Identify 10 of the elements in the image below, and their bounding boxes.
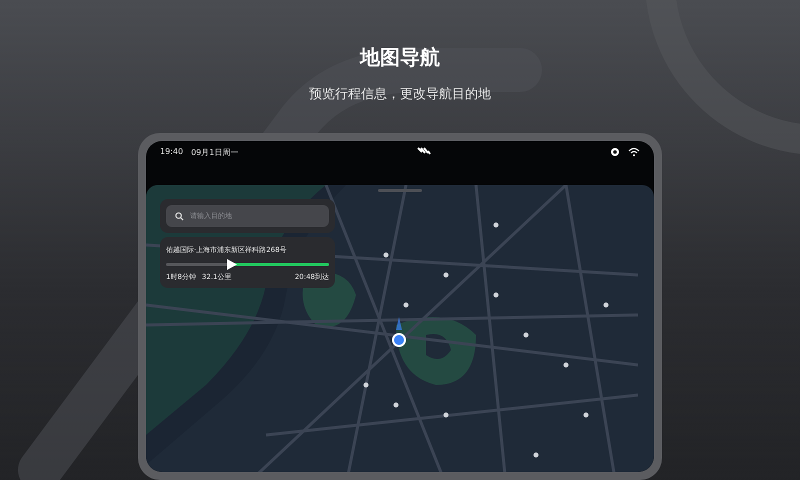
drag-handle[interactable]	[378, 189, 422, 192]
target-icon[interactable]	[610, 147, 620, 157]
play-icon	[226, 259, 237, 270]
page-subtitle: 预览行程信息，更改导航目的地	[309, 86, 491, 103]
wifi-icon	[628, 147, 640, 157]
search-icon	[175, 212, 184, 220]
page-title: 地图导航	[360, 44, 440, 71]
logo-icon	[417, 147, 432, 155]
status-date: 09月1日周一	[191, 147, 238, 158]
status-time: 19:40	[160, 147, 184, 156]
